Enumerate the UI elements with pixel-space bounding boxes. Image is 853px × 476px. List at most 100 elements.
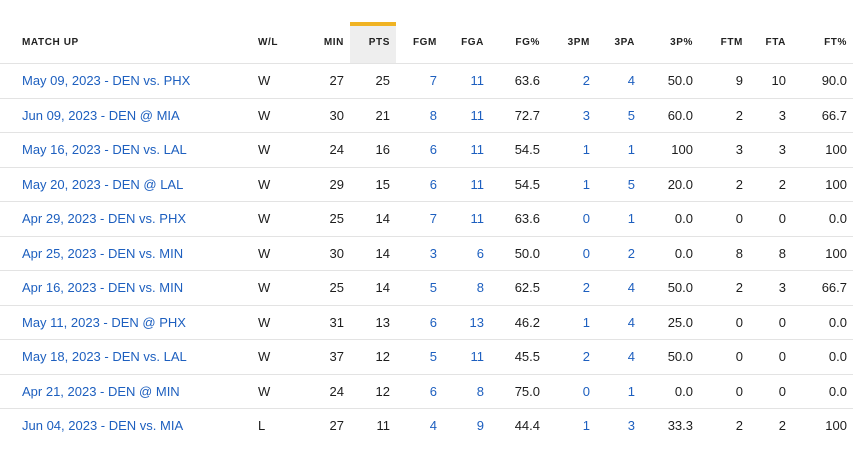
col-header-fta[interactable]: FTA bbox=[749, 22, 792, 64]
fgm-link[interactable]: 6 bbox=[396, 304, 443, 340]
3p-pct-cell: 50.0 bbox=[641, 270, 699, 305]
fga-link[interactable]: 11 bbox=[443, 201, 490, 236]
3p-pct-cell: 50.0 bbox=[641, 63, 699, 98]
3p-pct-cell: 25.0 bbox=[641, 304, 699, 340]
ftm-cell: 0 bbox=[699, 373, 749, 409]
fgm-link[interactable]: 3 bbox=[396, 235, 443, 271]
fga-link[interactable]: 6 bbox=[443, 235, 490, 271]
col-header-ftm[interactable]: FTM bbox=[699, 22, 749, 64]
ftm-cell: 2 bbox=[699, 270, 749, 305]
min-cell: 29 bbox=[306, 166, 350, 202]
ftm-cell: 3 bbox=[699, 132, 749, 167]
fga-link[interactable]: 8 bbox=[443, 373, 490, 409]
matchup-link[interactable]: Apr 21, 2023 - DEN @ MIN bbox=[0, 373, 252, 409]
3pm-link[interactable]: 0 bbox=[546, 235, 596, 271]
matchup-link[interactable]: May 16, 2023 - DEN vs. LAL bbox=[0, 132, 252, 167]
pts-cell: 25 bbox=[350, 63, 396, 98]
3pa-link[interactable]: 4 bbox=[596, 304, 641, 340]
fgm-link[interactable]: 5 bbox=[396, 270, 443, 305]
fgm-link[interactable]: 6 bbox=[396, 166, 443, 202]
3pm-link[interactable]: 1 bbox=[546, 408, 596, 443]
fgm-link[interactable]: 5 bbox=[396, 339, 443, 374]
wl-cell: W bbox=[252, 97, 306, 133]
3pa-link[interactable]: 1 bbox=[596, 132, 641, 167]
matchup-link[interactable]: Apr 29, 2023 - DEN vs. PHX bbox=[0, 201, 252, 236]
matchup-link[interactable]: Jun 04, 2023 - DEN vs. MIA bbox=[0, 408, 252, 443]
fga-link[interactable]: 11 bbox=[443, 339, 490, 374]
col-header-min[interactable]: MIN bbox=[306, 22, 350, 64]
fga-link[interactable]: 9 bbox=[443, 408, 490, 443]
matchup-link[interactable]: May 09, 2023 - DEN vs. PHX bbox=[0, 63, 252, 98]
col-header-3p-pct[interactable]: 3P% bbox=[641, 22, 699, 64]
fga-link[interactable]: 13 bbox=[443, 304, 490, 340]
3pa-link[interactable]: 1 bbox=[596, 201, 641, 236]
3pa-link[interactable]: 5 bbox=[596, 166, 641, 202]
3p-pct-cell: 0.0 bbox=[641, 235, 699, 271]
fga-link[interactable]: 11 bbox=[443, 97, 490, 133]
3pa-link[interactable]: 4 bbox=[596, 339, 641, 374]
3pm-link[interactable]: 1 bbox=[546, 304, 596, 340]
col-header-3pm[interactable]: 3PM bbox=[546, 22, 596, 64]
3pm-link[interactable]: 0 bbox=[546, 201, 596, 236]
3pa-link[interactable]: 4 bbox=[596, 63, 641, 98]
fgm-link[interactable]: 7 bbox=[396, 63, 443, 98]
ftm-cell: 9 bbox=[699, 63, 749, 98]
3p-pct-cell: 100 bbox=[641, 132, 699, 167]
matchup-link[interactable]: May 20, 2023 - DEN @ LAL bbox=[0, 166, 252, 202]
matchup-link[interactable]: May 18, 2023 - DEN vs. LAL bbox=[0, 339, 252, 374]
3pm-link[interactable]: 2 bbox=[546, 63, 596, 98]
wl-cell: W bbox=[252, 339, 306, 374]
col-header-fgm[interactable]: FGM bbox=[396, 22, 443, 64]
col-header-3pa[interactable]: 3PA bbox=[596, 22, 641, 64]
fg-pct-cell: 75.0 bbox=[490, 373, 546, 409]
fg-pct-cell: 50.0 bbox=[490, 235, 546, 271]
matchup-link[interactable]: May 11, 2023 - DEN @ PHX bbox=[0, 304, 252, 340]
pts-cell: 21 bbox=[350, 97, 396, 133]
3pa-link[interactable]: 2 bbox=[596, 235, 641, 271]
fga-link[interactable]: 11 bbox=[443, 166, 490, 202]
min-cell: 24 bbox=[306, 373, 350, 409]
fgm-link[interactable]: 4 bbox=[396, 408, 443, 443]
fgm-link[interactable]: 7 bbox=[396, 201, 443, 236]
col-header-fg-pct[interactable]: FG% bbox=[490, 22, 546, 64]
matchup-link[interactable]: Jun 09, 2023 - DEN @ MIA bbox=[0, 97, 252, 133]
3pm-link[interactable]: 0 bbox=[546, 373, 596, 409]
3pm-link[interactable]: 1 bbox=[546, 132, 596, 167]
min-cell: 30 bbox=[306, 235, 350, 271]
fga-link[interactable]: 11 bbox=[443, 132, 490, 167]
pts-cell: 12 bbox=[350, 339, 396, 374]
table-row: Jun 04, 2023 - DEN vs. MIA L 27 11 4 9 44.4 1 3 3… bbox=[0, 408, 853, 443]
3p-pct-cell: 0.0 bbox=[641, 201, 699, 236]
matchup-link[interactable]: Apr 16, 2023 - DEN vs. MIN bbox=[0, 270, 252, 305]
fta-cell: 0 bbox=[749, 339, 792, 374]
3pm-link[interactable]: 3 bbox=[546, 97, 596, 133]
ftm-cell: 0 bbox=[699, 339, 749, 374]
table-row: May 20, 2023 - DEN @ LAL W 29 15 6 11 54.5 1 5 20… bbox=[0, 166, 853, 202]
fga-link[interactable]: 11 bbox=[443, 63, 490, 98]
fgm-link[interactable]: 6 bbox=[396, 373, 443, 409]
fgm-link[interactable]: 8 bbox=[396, 97, 443, 133]
3pm-link[interactable]: 2 bbox=[546, 270, 596, 305]
min-cell: 37 bbox=[306, 339, 350, 374]
table-row: Apr 25, 2023 - DEN vs. MIN W 30 14 3 6 50.0 0 2 0… bbox=[0, 235, 853, 271]
3pa-link[interactable]: 4 bbox=[596, 270, 641, 305]
3pm-link[interactable]: 1 bbox=[546, 166, 596, 202]
col-header-ft-pct[interactable]: FT% bbox=[792, 22, 853, 64]
fg-pct-cell: 72.7 bbox=[490, 97, 546, 133]
wl-cell: W bbox=[252, 63, 306, 98]
fgm-link[interactable]: 6 bbox=[396, 132, 443, 167]
3p-pct-cell: 20.0 bbox=[641, 166, 699, 202]
fga-link[interactable]: 8 bbox=[443, 270, 490, 305]
3pm-link[interactable]: 2 bbox=[546, 339, 596, 374]
col-header-fga[interactable]: FGA bbox=[443, 22, 490, 64]
3p-pct-cell: 0.0 bbox=[641, 373, 699, 409]
3pa-link[interactable]: 5 bbox=[596, 97, 641, 133]
matchup-link[interactable]: Apr 25, 2023 - DEN vs. MIN bbox=[0, 235, 252, 271]
3p-pct-cell: 60.0 bbox=[641, 97, 699, 133]
ftm-cell: 8 bbox=[699, 235, 749, 271]
3pa-link[interactable]: 3 bbox=[596, 408, 641, 443]
col-header-wl[interactable]: W/L bbox=[252, 22, 306, 64]
3pa-link[interactable]: 1 bbox=[596, 373, 641, 409]
col-header-pts[interactable]: PTS bbox=[350, 22, 396, 64]
col-header-matchup[interactable]: MATCH UP bbox=[0, 22, 252, 64]
